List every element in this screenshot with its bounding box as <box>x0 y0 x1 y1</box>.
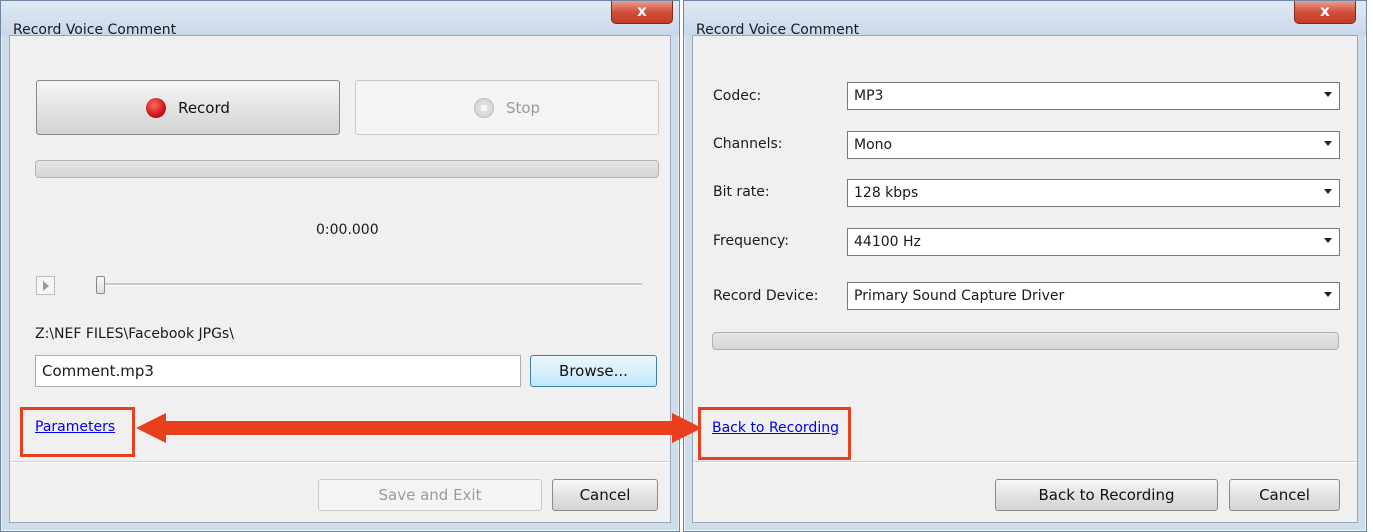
save-and-exit-button[interactable]: Save and Exit <box>318 479 542 511</box>
folder-path: Z:\NEF FILES\Facebook JPGs\ <box>35 326 234 342</box>
title-bar: Record Voice Comment x <box>1 1 679 37</box>
filename-input[interactable]: Comment.mp3 <box>35 355 521 387</box>
chevron-down-icon <box>1324 92 1332 97</box>
bit-rate-value: 128 kbps <box>854 185 919 201</box>
playback-slider-thumb[interactable] <box>96 276 105 294</box>
bit-rate-label: Bit rate: <box>713 184 770 200</box>
footer-separator <box>10 461 670 463</box>
elapsed-time: 0:00.000 <box>316 222 379 238</box>
record-device-label: Record Device: <box>713 288 819 304</box>
record-device-select[interactable]: Primary Sound Capture Driver <box>847 282 1340 310</box>
cancel-button[interactable]: Cancel <box>1229 479 1340 511</box>
channels-select[interactable]: Mono <box>847 131 1340 159</box>
frequency-label: Frequency: <box>713 233 790 249</box>
stop-icon <box>473 97 494 118</box>
record-label: Record <box>178 98 230 117</box>
level-meter <box>712 332 1339 350</box>
footer-separator <box>693 461 1357 463</box>
stop-label: Stop <box>505 98 541 117</box>
stop-button[interactable]: Stop <box>355 80 659 135</box>
back-to-recording-highlight-box <box>698 407 851 460</box>
frequency-select[interactable]: 44100 Hz <box>847 228 1340 256</box>
close-button[interactable]: x <box>611 1 673 24</box>
codec-value: MP3 <box>854 88 884 104</box>
cancel-button[interactable]: Cancel <box>552 479 658 511</box>
chevron-down-icon <box>1324 238 1332 243</box>
channels-value: Mono <box>854 137 893 153</box>
channels-label: Channels: <box>713 136 783 152</box>
chevron-down-icon <box>1324 189 1332 194</box>
back-to-recording-button[interactable]: Back to Recording <box>995 479 1218 511</box>
title-bar: Record Voice Comment x <box>684 1 1366 37</box>
record-icon <box>146 97 167 118</box>
bit-rate-select[interactable]: 128 kbps <box>847 179 1340 207</box>
codec-select[interactable]: MP3 <box>847 82 1340 110</box>
recording-progress-bar <box>35 160 659 178</box>
close-button[interactable]: x <box>1294 1 1356 24</box>
playback-track <box>100 283 642 286</box>
play-button[interactable] <box>36 276 55 295</box>
parameters-highlight-box <box>20 407 135 457</box>
chevron-down-icon <box>1324 292 1332 297</box>
browse-button[interactable]: Browse... <box>530 355 657 387</box>
play-icon <box>43 281 49 291</box>
frequency-value: 44100 Hz <box>854 234 921 250</box>
chevron-down-icon <box>1324 141 1332 146</box>
codec-label: Codec: <box>713 88 762 104</box>
record-button[interactable]: Record <box>36 80 340 135</box>
record-device-value: Primary Sound Capture Driver <box>854 288 1065 304</box>
